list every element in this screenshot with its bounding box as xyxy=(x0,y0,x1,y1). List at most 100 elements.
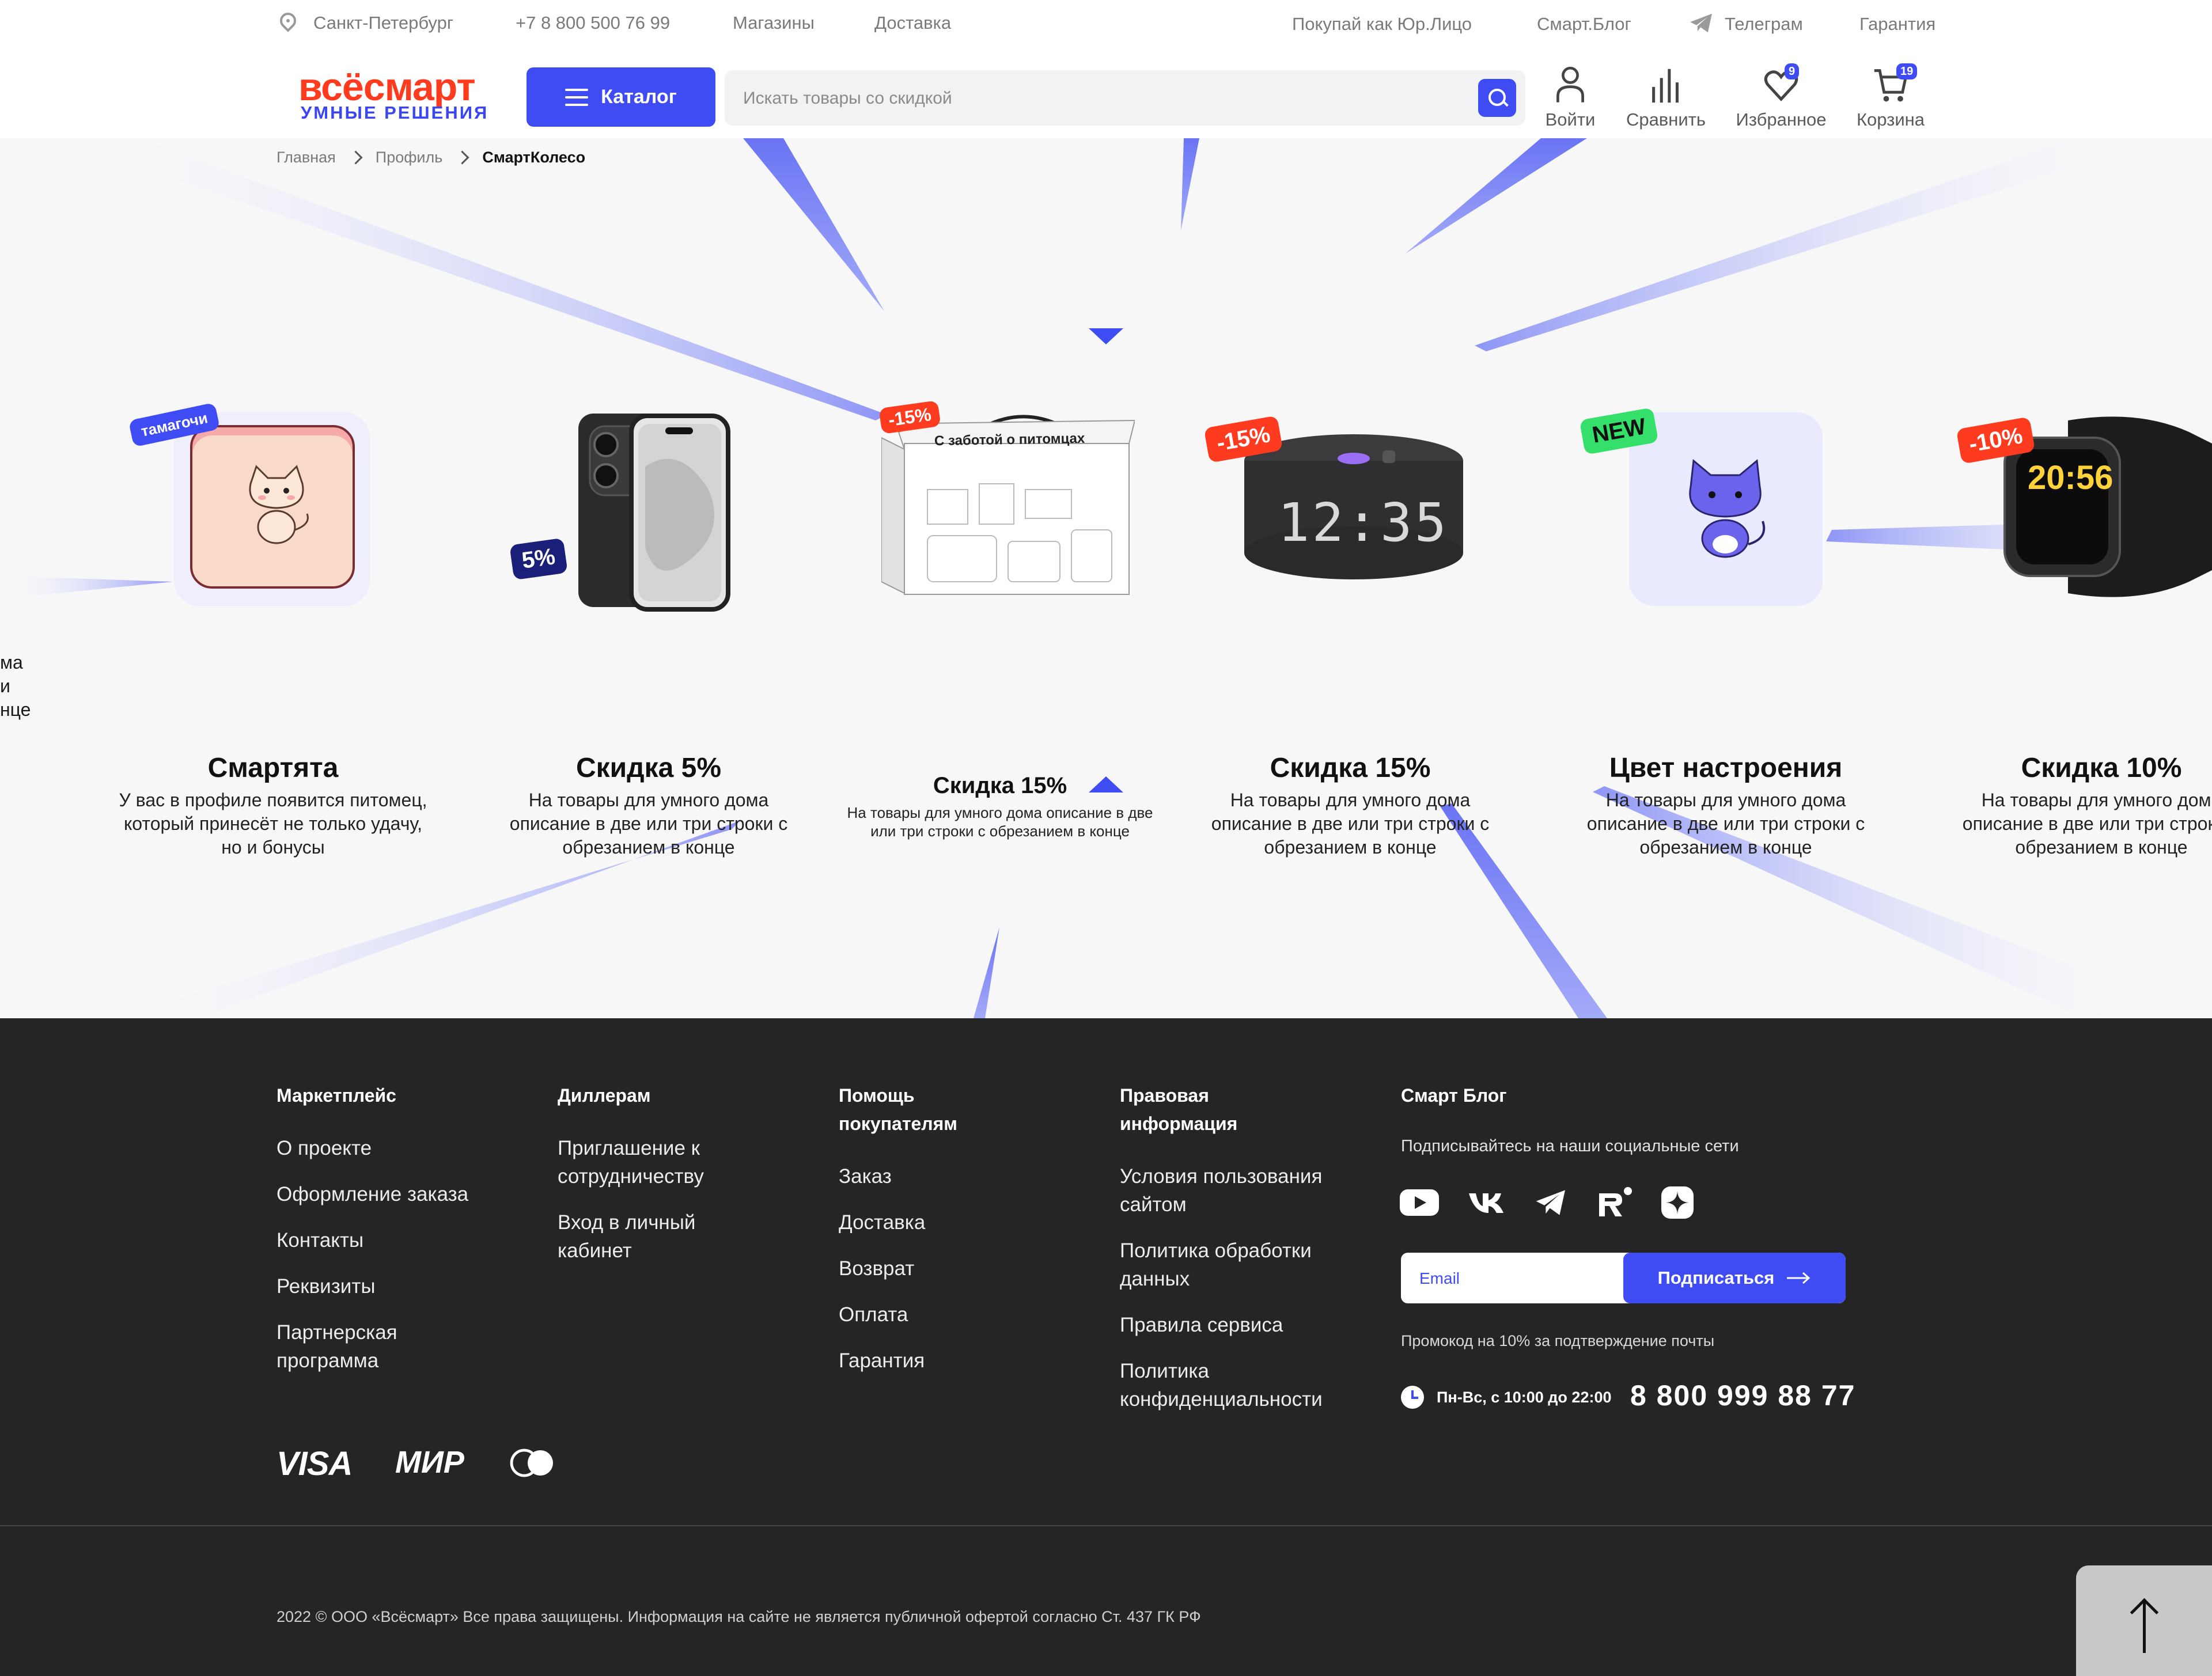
footer-link[interactable]: Реквизиты xyxy=(276,1272,518,1300)
cart-label: Корзина xyxy=(1856,109,1925,130)
speaker-display: 12:35 xyxy=(1278,492,1449,553)
card-title: Скидка 10% xyxy=(2021,753,2182,783)
footer-link[interactable]: Оплата xyxy=(839,1300,1012,1329)
card-title: Скидка 15% xyxy=(1270,753,1431,783)
social-icons xyxy=(1400,1186,1694,1219)
top-phone-link[interactable]: +7 8 800 500 76 99 xyxy=(516,13,670,33)
blue-cat-icon xyxy=(1689,459,1766,558)
footer-divider xyxy=(0,1525,2212,1526)
footer-col-title: Диллерам xyxy=(558,1085,651,1106)
search-button[interactable] xyxy=(1478,79,1516,117)
footer-col-title: Правовая информация xyxy=(1120,1085,1238,1134)
wheel-card-mood[interactable]: Цвет настроения На товары для умного дом… xyxy=(1565,752,1887,859)
wheel-card-discount-10[interactable]: Скидка 10% На товары для умного дома опи… xyxy=(1940,752,2212,859)
footer-col-title: Маркетплейс xyxy=(276,1085,396,1106)
footer-link[interactable]: О проекте xyxy=(276,1134,518,1162)
vk-icon[interactable] xyxy=(1468,1191,1506,1214)
subscribe-form: Подписаться xyxy=(1401,1253,1846,1303)
kitten-icon xyxy=(249,465,309,544)
mastercard-icon xyxy=(510,1449,553,1477)
visa-logo: VISA xyxy=(276,1445,353,1482)
footer-link[interactable]: Партнерская программа xyxy=(276,1318,415,1375)
footer-link[interactable]: Политика обработки данных xyxy=(1120,1237,1339,1293)
wheel-card-discount-5[interactable]: Скидка 5% На товары для умного дома опис… xyxy=(487,752,810,859)
card-desc: У вас в профиле появится питомец, которы… xyxy=(119,790,427,858)
card-desc: На товары для умного дома описание в две… xyxy=(1962,790,2212,858)
chevron-right-icon xyxy=(349,150,363,165)
promo-text: Промокод на 10% за подтверждение почты xyxy=(1401,1332,1715,1349)
footer-link[interactable]: Правила сервиса xyxy=(1120,1311,1350,1339)
footer-link[interactable]: Приглашение к сотрудничеству xyxy=(558,1134,742,1190)
mir-logo: МИР xyxy=(395,1445,464,1480)
breadcrumb: Главная Профиль СмартКолесо xyxy=(276,149,585,166)
user-icon xyxy=(1556,66,1584,103)
arrow-right-icon xyxy=(1787,1272,1810,1284)
dzen-icon[interactable] xyxy=(1661,1186,1694,1219)
wheel-pointer-top xyxy=(1089,328,1123,344)
footer-link[interactable]: Доставка xyxy=(839,1208,1012,1237)
scroll-to-top-button[interactable] xyxy=(2076,1565,2212,1676)
clock-icon xyxy=(1401,1386,1424,1409)
subscribe-button[interactable]: Подписаться xyxy=(1623,1253,1846,1303)
card-desc: На товары для умного дома описание в две… xyxy=(509,790,788,858)
login-button[interactable]: Войти xyxy=(1541,65,1599,130)
footer-col-dealers: Диллерам Приглашение к сотрудничеству Вх… xyxy=(558,1082,765,1283)
wheel-card-pet[interactable]: Смартята У вас в профиле появится питоме… xyxy=(112,752,434,859)
search-bar xyxy=(725,70,1525,126)
wheel-card-discount-15[interactable]: Скидка 15% На товары для умного дома опи… xyxy=(1189,752,1512,859)
login-label: Войти xyxy=(1545,109,1596,130)
breadcrumb-current: СмартКолесо xyxy=(482,149,586,166)
compare-label: Сравнить xyxy=(1626,109,1706,130)
social-subscribe-text: Подписывайтесь на наши социальные сети xyxy=(1401,1137,1739,1155)
card-desc: На товары для умного дома описание в две… xyxy=(1211,790,1490,858)
footer-link[interactable]: Вход в личный кабинет xyxy=(558,1208,719,1265)
telegram-link[interactable]: Телеграм xyxy=(1725,14,1803,35)
partial-desc-line: ма xyxy=(0,652,23,673)
compare-button[interactable]: Сравнить xyxy=(1620,65,1712,130)
telegram-icon xyxy=(1690,13,1712,33)
box-label: С заботой о питомцах xyxy=(934,430,1085,449)
footer-col-legal: Правовая информация Условия пользования … xyxy=(1120,1082,1350,1431)
footer-col-help: Помощь покупателям Заказ Доставка Возвра… xyxy=(839,1082,1012,1393)
breadcrumb-link[interactable]: Профиль xyxy=(376,149,443,166)
footer-link[interactable]: Возврат xyxy=(839,1254,1012,1283)
hours-text: Пн-Вс, с 10:00 до 22:00 xyxy=(1437,1388,1612,1406)
footer-link[interactable]: Политика конфиденциальности xyxy=(1120,1357,1339,1413)
card-desc: На товары для умного дома описание в две… xyxy=(1586,790,1865,858)
favorites-count-badge: 9 xyxy=(1785,63,1800,79)
card-desc: На товары для умного дома описание в две… xyxy=(847,804,1153,840)
logo-tagline: УМНЫЕ РЕШЕНИЯ xyxy=(301,103,489,123)
partial-card-left: ма и нце xyxy=(0,651,31,722)
footer-link[interactable]: Заказ xyxy=(839,1162,1012,1190)
rutube-icon[interactable] xyxy=(1597,1186,1633,1219)
footer-link[interactable]: Гарантия xyxy=(839,1347,1012,1375)
footer-phone[interactable]: 8 800 999 88 77 xyxy=(1630,1379,1855,1412)
telegram-icon[interactable] xyxy=(1535,1189,1568,1216)
partial-desc-line: и xyxy=(0,676,10,696)
cart-button[interactable]: Корзина 19 xyxy=(1850,63,1931,130)
footer-link[interactable]: Контакты xyxy=(276,1226,518,1254)
subscribe-button-label: Подписаться xyxy=(1657,1268,1775,1288)
compare-icon xyxy=(1652,69,1679,103)
stores-link[interactable]: Магазины xyxy=(733,13,815,33)
youtube-icon[interactable] xyxy=(1400,1188,1439,1217)
watch-display: 20:56 xyxy=(2028,459,2113,496)
favorites-button[interactable]: Избранное 9 xyxy=(1729,63,1833,130)
wheel-card-center[interactable]: Скидка 15% На товары для умного дома опи… xyxy=(839,773,1161,840)
footer-link[interactable]: Условия пользования сайтом xyxy=(1120,1162,1339,1219)
warranty-link[interactable]: Гарантия xyxy=(1859,14,1936,35)
legal-entity-link[interactable]: Покупай как Юр.Лицо xyxy=(1292,14,1472,35)
smartphone-image xyxy=(578,414,730,612)
breadcrumb-link[interactable]: Главная xyxy=(276,149,336,166)
menu-icon xyxy=(565,88,589,106)
delivery-link[interactable]: Доставка xyxy=(874,13,951,33)
city-selector[interactable]: Санкт-Петербург xyxy=(313,13,453,33)
footer-link[interactable]: Оформление заказа xyxy=(276,1180,518,1208)
search-input[interactable] xyxy=(742,82,1435,115)
catalog-button[interactable]: Каталог xyxy=(527,67,715,127)
card-title: Скидка 5% xyxy=(575,753,722,783)
chevron-right-icon xyxy=(455,150,469,165)
blog-link[interactable]: Смарт.Блог xyxy=(1537,14,1631,35)
email-input[interactable] xyxy=(1418,1265,1605,1292)
footer-col-title: Помощь покупателям xyxy=(839,1085,957,1134)
